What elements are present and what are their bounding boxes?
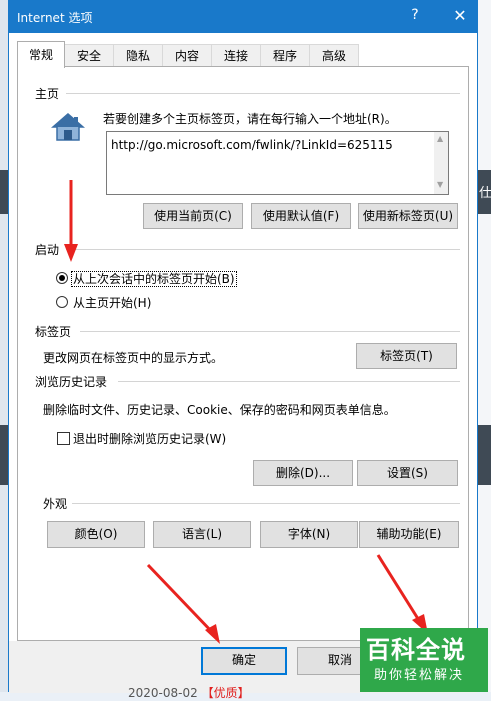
background-date: 2020-08-02 xyxy=(128,686,198,700)
watermark-subtitle: 助你轻松解决 xyxy=(374,668,465,683)
background-tag: 【优质】 xyxy=(201,686,250,700)
tab-general[interactable]: 常规 xyxy=(17,41,65,68)
annotation-arrow xyxy=(64,180,78,262)
watermark: 百科全说 助你轻松解决 xyxy=(360,628,488,692)
background-date-line: 2020-08-02 【优质】 xyxy=(128,684,250,701)
annotation-arrow xyxy=(146,563,220,644)
watermark-title: 百科全说 xyxy=(366,636,466,664)
annotation-arrows xyxy=(64,180,428,644)
annotation-arrow xyxy=(376,554,428,634)
